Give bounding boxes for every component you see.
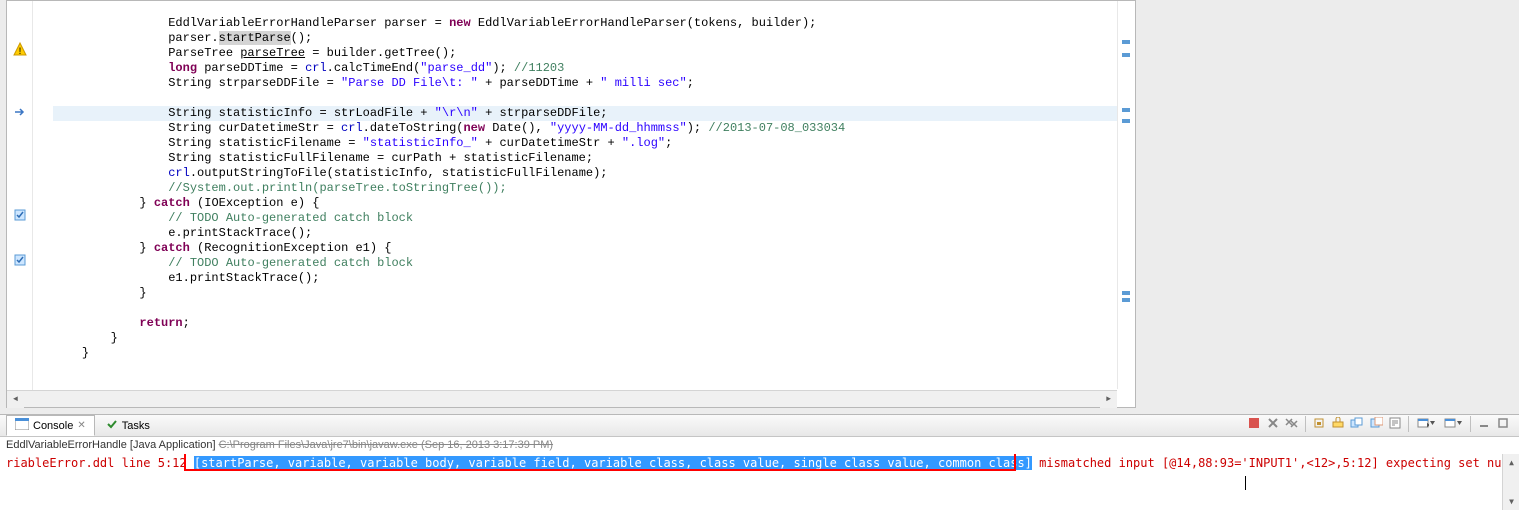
ruler-mark[interactable] <box>1122 291 1130 295</box>
arrow-icon[interactable] <box>12 104 28 120</box>
scroll-right-arrow-icon[interactable]: ► <box>1100 391 1117 408</box>
code-line[interactable]: parser.startParse(); <box>53 31 1117 46</box>
overview-ruler[interactable] <box>1117 1 1135 389</box>
code-line[interactable]: e.printStackTrace(); <box>53 226 1117 241</box>
dropdown-arrow-icon[interactable] <box>1456 417 1463 432</box>
bottom-tab-bar: Console ✕ Tasks <box>0 415 1519 437</box>
code-area[interactable]: EddlVariableErrorHandleParser parser = n… <box>53 1 1117 389</box>
ruler-mark[interactable] <box>1122 40 1130 44</box>
code-line[interactable]: long parseDDTime = crl.calcTimeEnd("pars… <box>53 61 1117 76</box>
display-selected-button[interactable] <box>1441 416 1465 432</box>
task-icon[interactable] <box>12 252 28 268</box>
code-line[interactable]: } <box>53 286 1117 301</box>
open-console-button[interactable] <box>1414 416 1438 432</box>
display-selected-icon <box>1444 417 1456 432</box>
editor-gutter[interactable]: ! <box>7 1 33 407</box>
toolbar-separator <box>1408 416 1409 432</box>
terminate-button[interactable] <box>1246 416 1262 432</box>
code-line[interactable]: // TODO Auto-generated catch block <box>53 256 1117 271</box>
console-output[interactable]: riableError.ddl line 5:12 [startParse, v… <box>0 454 1519 510</box>
remove-launch-icon <box>1267 417 1279 432</box>
code-line[interactable]: String strparseDDFile = "Parse DD File\t… <box>53 76 1117 91</box>
console-text-suffix: mismatched input [@14,88:93='INPUT1',<12… <box>1032 456 1516 470</box>
code-line[interactable]: // TODO Auto-generated catch block <box>53 211 1117 226</box>
horizontal-scrollbar[interactable]: ◄ ► <box>7 390 1117 407</box>
bottom-panel: Console ✕ Tasks EddlVariableErrorHandle … <box>0 414 1519 510</box>
code-line[interactable]: String statisticFullFilename = curPath +… <box>53 151 1117 166</box>
ruler-mark[interactable] <box>1122 53 1130 57</box>
maximize-button[interactable] <box>1495 416 1511 432</box>
clear-button[interactable] <box>1349 416 1365 432</box>
code-line[interactable]: ParseTree parseTree = builder.getTree(); <box>53 46 1117 61</box>
code-line[interactable]: e1.printStackTrace(); <box>53 271 1117 286</box>
tab-console[interactable]: Console ✕ <box>6 415 95 436</box>
ruler-mark[interactable] <box>1122 298 1130 302</box>
task-icon[interactable] <box>12 207 28 223</box>
tab-tasks[interactable]: Tasks <box>97 415 159 436</box>
scroll-up-arrow-icon[interactable]: ▲ <box>1503 454 1519 471</box>
svg-text:!: ! <box>17 47 23 57</box>
code-editor[interactable]: ! EddlVariableErrorHandleParser parser =… <box>6 0 1136 408</box>
scroll-lock-icon <box>1313 417 1325 432</box>
open-console-icon <box>1417 417 1429 432</box>
launch-name: EddlVariableErrorHandle [Java Applicatio… <box>6 439 219 451</box>
pin-button[interactable] <box>1368 416 1384 432</box>
tab-tasks-label: Tasks <box>122 420 150 432</box>
code-line[interactable]: } <box>53 331 1117 346</box>
scroll-down-arrow-icon[interactable]: ▼ <box>1503 493 1519 510</box>
code-line[interactable]: //System.out.println(parseTree.toStringT… <box>53 181 1117 196</box>
show-when-changed-button[interactable] <box>1330 416 1346 432</box>
terminate-icon <box>1248 417 1260 432</box>
scroll-left-arrow-icon[interactable]: ◄ <box>7 391 24 408</box>
minimize-button[interactable] <box>1476 416 1492 432</box>
console-icon <box>15 418 29 433</box>
console-selection[interactable]: [startParse, variable, variable_body, va… <box>194 456 1032 470</box>
code-line[interactable]: return; <box>53 316 1117 331</box>
right-panel <box>1140 0 1519 408</box>
code-line[interactable]: String statisticFilename = "statisticInf… <box>53 136 1117 151</box>
console-vertical-scrollbar[interactable]: ▲ ▼ <box>1502 454 1519 510</box>
text-cursor-icon <box>1245 476 1252 490</box>
maximize-icon <box>1497 417 1509 432</box>
code-line[interactable]: String curDatetimeStr = crl.dateToString… <box>53 121 1117 136</box>
toolbar-separator <box>1305 416 1306 432</box>
show-when-changed-icon <box>1332 417 1344 432</box>
warning-icon[interactable]: ! <box>12 41 28 57</box>
remove-launch-button[interactable] <box>1265 416 1281 432</box>
dropdown-arrow-icon[interactable] <box>1429 417 1436 432</box>
toolbar-separator <box>1470 416 1471 432</box>
launch-detail: C:\Program Files\Java\jre7\bin\javaw.exe… <box>219 439 553 451</box>
code-line[interactable]: String statisticInfo = strLoadFile + "\r… <box>53 106 1117 121</box>
code-line[interactable]: } <box>53 346 1117 361</box>
clear-icon <box>1350 417 1364 432</box>
scroll-lock-button[interactable] <box>1311 416 1327 432</box>
code-line[interactable]: crl.outputStringToFile(statisticInfo, st… <box>53 166 1117 181</box>
code-line[interactable]: } catch (RecognitionException e1) { <box>53 241 1117 256</box>
toggle-word-wrap-icon <box>1389 417 1401 432</box>
console-text-prefix: riableError.ddl line 5:12 <box>6 456 194 470</box>
remove-all-button[interactable] <box>1284 416 1300 432</box>
console-toolbar <box>1246 416 1511 432</box>
close-icon[interactable]: ✕ <box>77 420 85 431</box>
ruler-mark[interactable] <box>1122 108 1130 112</box>
launch-config-label: EddlVariableErrorHandle [Java Applicatio… <box>0 437 1519 454</box>
code-line[interactable] <box>53 91 1117 106</box>
code-line[interactable]: } catch (IOException e) { <box>53 196 1117 211</box>
remove-all-icon <box>1285 417 1299 432</box>
pin-icon <box>1369 417 1383 432</box>
toggle-word-wrap-button[interactable] <box>1387 416 1403 432</box>
code-line[interactable]: EddlVariableErrorHandleParser parser = n… <box>53 16 1117 31</box>
ruler-mark[interactable] <box>1122 119 1130 123</box>
code-line[interactable] <box>53 301 1117 316</box>
minimize-icon <box>1478 417 1490 432</box>
code-line[interactable] <box>53 1 1117 16</box>
tasks-icon <box>106 418 118 433</box>
tab-console-label: Console <box>33 420 73 432</box>
